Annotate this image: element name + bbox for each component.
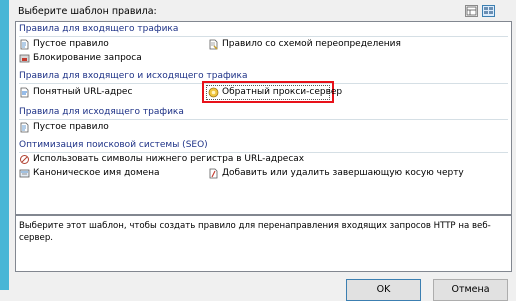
template-item-label: Каноническое имя домена [33,168,160,178]
cancel-button[interactable]: Отмена [433,279,508,301]
template-item-blank-outbound[interactable]: Пустое правило [19,121,109,134]
template-item-reverse-proxy[interactable]: Обратный прокси-сервер [208,86,342,99]
ok-button[interactable]: OK [346,279,421,301]
blank-rule-icon [19,39,30,50]
user-friendly-url-icon [19,87,30,98]
template-item-label: Понятный URL-адрес [33,87,133,97]
template-item-label: Пустое правило [33,122,109,132]
trailing-slash-icon [208,168,219,179]
dialog-prompt: Выберите шаблон правила: [18,6,157,17]
template-item-blank-inbound[interactable]: Пустое правило [19,38,109,51]
template-item-rewrite-map[interactable]: Правило со схемой переопределения [208,38,401,51]
window-edge [0,0,9,290]
template-item-label: Использовать символы нижнего регистра в … [33,154,305,164]
template-item-label: Пустое правило [33,39,109,49]
group-header-inbound: Правила для входящего трафика [19,24,179,34]
group-divider [19,36,508,37]
reverse-proxy-icon [208,87,219,98]
template-description: Выберите этот шаблон, чтобы создать прав… [15,215,512,272]
template-item-trailing-slash[interactable]: Добавить или удалить завершающую косую ч… [208,167,464,180]
template-item-user-friendly-url[interactable]: Понятный URL-адрес [19,86,132,99]
rule-templates-list[interactable]: Правила для входящего трафика Пустое пра… [15,21,512,215]
tiles-view-icon[interactable] [482,5,495,17]
details-view-icon[interactable] [465,5,478,17]
template-item-block-request[interactable]: Блокирование запроса [19,52,142,65]
canonical-domain-icon [19,168,30,179]
lowercase-icon [19,154,30,165]
template-item-label: Добавить или удалить завершающую косую ч… [222,168,464,178]
block-request-icon [19,53,30,64]
rewrite-map-icon [208,39,219,50]
blank-rule-icon [19,122,30,133]
group-header-seo: Оптимизация поисковой системы (SEO) [19,140,208,150]
template-item-label: Блокирование запроса [33,53,142,63]
template-item-lowercase[interactable]: Использовать символы нижнего регистра в … [19,153,304,166]
template-item-canonical-domain[interactable]: Каноническое имя домена [19,167,160,180]
template-item-label: Обратный прокси-сервер [222,87,343,97]
template-item-label: Правило со схемой переопределения [222,39,401,49]
group-header-outbound: Правила для исходящего трафика [19,107,184,117]
group-divider [19,119,508,120]
